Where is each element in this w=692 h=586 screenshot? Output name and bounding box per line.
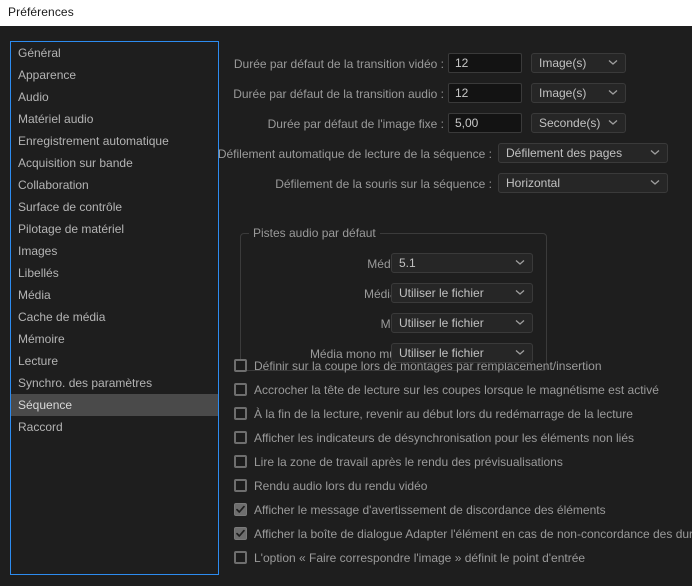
combo-audio-transition-unit[interactable]: Image(s)	[531, 83, 626, 103]
sidebar-item-m-moire[interactable]: Mémoire	[11, 328, 218, 350]
sidebar-item-label: Média	[18, 288, 51, 302]
row-mouse-scroll: Défilement de la souris sur la séquence …	[228, 173, 492, 195]
chevron-down-icon	[515, 344, 525, 362]
sidebar-item-images[interactable]: Images	[11, 240, 218, 262]
combo-auto-scroll-value: Défilement des pages	[506, 146, 623, 160]
input-video-transition-duration[interactable]: 12	[448, 53, 522, 73]
input-still-image-duration[interactable]: 5,00	[448, 113, 522, 133]
combo-video-transition-unit-value: Image(s)	[539, 56, 587, 70]
label-auto-scroll: Défilement automatique de lecture de la …	[217, 147, 492, 161]
sidebar-item-mat-riel-audio[interactable]: Matériel audio	[11, 108, 218, 130]
checkbox-unchecked-icon[interactable]	[234, 407, 247, 420]
combo-audio-track-3[interactable]: Utiliser le fichier	[391, 343, 533, 363]
sidebar-item-label: Raccord	[18, 420, 63, 434]
chevron-down-icon	[608, 54, 618, 72]
sidebar-item-label: Acquisition sur bande	[18, 156, 133, 170]
label-still-image: Durée par défaut de l'image fixe :	[267, 117, 444, 131]
combo-audio-track-0-value: 5.1	[399, 256, 416, 270]
sidebar-item-collaboration[interactable]: Collaboration	[11, 174, 218, 196]
sidebar-item-label: Apparence	[18, 68, 77, 82]
sidebar-item-pilotage-de-mat-riel[interactable]: Pilotage de matériel	[11, 218, 218, 240]
sidebar-item-raccord[interactable]: Raccord	[11, 416, 218, 438]
sidebar-item-label: Lecture	[18, 354, 59, 368]
sidebar-item-label: Synchro. des paramètres	[18, 376, 153, 390]
chevron-down-icon	[515, 254, 525, 272]
checkbox-label: Rendu audio lors du rendu vidéo	[254, 479, 428, 493]
combo-audio-track-3-value: Utiliser le fichier	[399, 346, 484, 360]
combo-audio-track-0[interactable]: 5.1	[391, 253, 533, 273]
sidebar-item-surface-de-contr-le[interactable]: Surface de contrôle	[11, 196, 218, 218]
chevron-down-icon	[608, 84, 618, 102]
sidebar-item-label: Collaboration	[18, 178, 89, 192]
checkbox-label: L'option « Faire correspondre l'image » …	[254, 551, 586, 565]
row-auto-scroll: Défilement automatique de lecture de la …	[218, 143, 492, 165]
sidebar-item-audio[interactable]: Audio	[11, 86, 218, 108]
combo-still-image-unit[interactable]: Seconde(s)	[531, 113, 626, 133]
sequence-settings-pane: Durée par défaut de la transition vidéo …	[218, 26, 692, 586]
chevron-down-icon	[608, 114, 618, 132]
sidebar-item-label: Surface de contrôle	[18, 200, 123, 214]
checkbox-label: À la fin de la lecture, revenir au début…	[254, 407, 633, 421]
preferences-dialog: Général Apparence Audio Matériel audio Enreg…	[0, 26, 692, 586]
checkbox-unchecked-icon[interactable]	[234, 551, 247, 564]
combo-mouse-scroll[interactable]: Horizontal	[498, 173, 668, 193]
combo-auto-scroll[interactable]: Défilement des pages	[498, 143, 668, 163]
row-video-transition: Durée par défaut de la transition vidéo …	[228, 53, 444, 75]
combo-audio-track-2[interactable]: Utiliser le fichier	[391, 313, 533, 333]
label-video-transition: Durée par défaut de la transition vidéo …	[233, 57, 444, 71]
combo-audio-track-1-value: Utiliser le fichier	[399, 286, 484, 300]
default-audio-tracks-group-title: Pistes audio par défaut	[249, 226, 380, 240]
sidebar-item-s-quence[interactable]: Séquence	[11, 394, 218, 416]
label-audio-transition: Durée par défaut de la transition audio …	[233, 87, 444, 101]
combo-still-image-unit-value: Seconde(s)	[539, 116, 601, 130]
checkbox-checked-icon[interactable]	[234, 527, 247, 540]
checkbox-checked-icon[interactable]	[234, 503, 247, 516]
sidebar-item-m-dia[interactable]: Média	[11, 284, 218, 306]
sidebar-item-apparence[interactable]: Apparence	[11, 64, 218, 86]
combo-audio-track-2-value: Utiliser le fichier	[399, 316, 484, 330]
checkbox-unchecked-icon[interactable]	[234, 455, 247, 468]
sidebar-item-cache-de-m-dia[interactable]: Cache de média	[11, 306, 218, 328]
sidebar-item-lecture[interactable]: Lecture	[11, 350, 218, 372]
sidebar-item-label: Général	[18, 46, 61, 60]
window-titlebar: Préférences	[0, 0, 692, 26]
checkbox-label: Lire la zone de travail après le rendu d…	[254, 455, 563, 469]
sidebar-item-libell-s[interactable]: Libellés	[11, 262, 218, 284]
preferences-category-list[interactable]: Général Apparence Audio Matériel audio Enreg…	[10, 41, 219, 575]
sidebar-item-label: Matériel audio	[18, 112, 94, 126]
checkbox-label: Afficher la boîte de dialogue Adapter l'…	[254, 527, 692, 541]
chevron-down-icon	[515, 314, 525, 332]
sidebar-item-label: Images	[18, 244, 58, 258]
sidebar-item-label: Mémoire	[18, 332, 65, 346]
input-audio-transition-duration[interactable]: 12	[448, 83, 522, 103]
combo-audio-track-1[interactable]: Utiliser le fichier	[391, 283, 533, 303]
sidebar-item-label: Cache de média	[18, 310, 106, 324]
checkbox-unchecked-icon[interactable]	[234, 383, 247, 396]
checkbox-label: Accrocher la tête de lecture sur les cou…	[254, 383, 659, 397]
label-mouse-scroll: Défilement de la souris sur la séquence …	[275, 177, 492, 191]
sidebar-item-label: Séquence	[18, 398, 73, 412]
combo-audio-transition-unit-value: Image(s)	[539, 86, 587, 100]
chevron-down-icon	[650, 144, 660, 162]
sidebar-item-synchro-des-param-tres[interactable]: Synchro. des paramètres	[11, 372, 218, 394]
combo-video-transition-unit[interactable]: Image(s)	[531, 53, 626, 73]
row-audio-transition: Durée par défaut de la transition audio …	[228, 83, 444, 105]
chevron-down-icon	[515, 284, 525, 302]
chevron-down-icon	[650, 174, 660, 192]
sidebar-item-acquisition-sur-bande[interactable]: Acquisition sur bande	[11, 152, 218, 174]
sidebar-item-label: Audio	[18, 90, 49, 104]
combo-mouse-scroll-value: Horizontal	[506, 176, 561, 190]
checkbox-unchecked-icon[interactable]	[234, 479, 247, 492]
sidebar-item-enregistrement-automatique[interactable]: Enregistrement automatique	[11, 130, 218, 152]
row-still-image: Durée par défaut de l'image fixe :	[228, 113, 444, 135]
sidebar-item-label: Libellés	[18, 266, 59, 280]
sidebar-item-g-n-ral[interactable]: Général	[11, 42, 218, 64]
sidebar-item-label: Pilotage de matériel	[18, 222, 125, 236]
checkbox-unchecked-icon[interactable]	[234, 431, 247, 444]
window-title: Préférences	[8, 5, 74, 19]
checkbox-label: Afficher le message d'avertissement de d…	[254, 503, 606, 517]
sidebar-item-label: Enregistrement automatique	[18, 134, 169, 148]
checkbox-label: Afficher les indicateurs de désynchronis…	[254, 431, 634, 445]
